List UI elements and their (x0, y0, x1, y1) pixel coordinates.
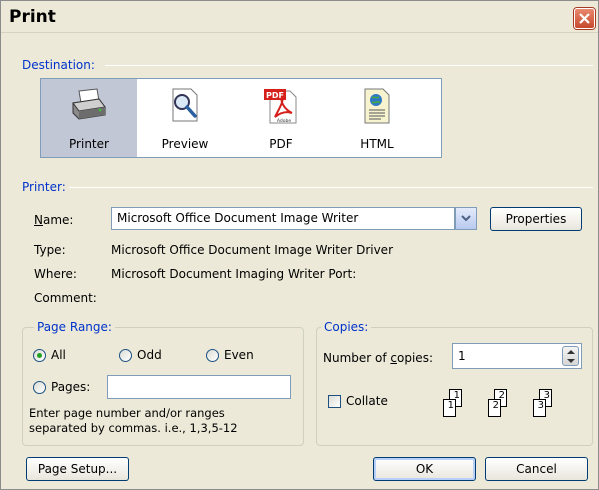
page-2-front-icon: 2 (488, 399, 501, 417)
printer-name-select[interactable]: Microsoft Office Document Image Writer (111, 207, 455, 230)
html-document-icon (364, 88, 390, 124)
printer-name-label: Name: (34, 213, 74, 227)
destination-printer[interactable]: Printer (41, 79, 137, 157)
chevron-down-icon (461, 215, 471, 222)
printer-where-value: Microsoft Document Imaging Writer Port: (111, 267, 357, 281)
print-dialog: Print Destination: Printer Preview PDF A… (0, 0, 599, 490)
close-icon (579, 13, 590, 24)
destination-list: Printer Preview PDF Adobe PDF HTML (40, 78, 442, 158)
range-pages-radio[interactable] (33, 381, 46, 394)
spin-up-icon (567, 350, 575, 354)
destination-preview-label: Preview (161, 137, 209, 151)
printer-name-dropdown-button[interactable] (455, 207, 477, 230)
printer-divider (69, 187, 593, 188)
printer-group-label: Printer: (22, 180, 66, 194)
destination-preview[interactable]: Preview (137, 79, 233, 157)
range-odd-label[interactable]: Odd (137, 348, 162, 362)
pdf-icon: PDF Adobe (264, 89, 297, 124)
pages-hint-line2: separated by commas. i.e., 1,3,5-12 (29, 421, 238, 435)
range-all-label[interactable]: All (51, 348, 66, 362)
range-even-label[interactable]: Even (224, 348, 254, 362)
properties-button[interactable]: Properties (490, 207, 582, 231)
pages-hint-line1: Enter page number and/or ranges (29, 406, 225, 420)
pages-input[interactable] (107, 375, 291, 399)
copies-group-label: Copies: (321, 320, 372, 334)
collate-label[interactable]: Collate (346, 394, 388, 408)
destination-group-label: Destination: (22, 58, 95, 72)
printer-where-label: Where: (34, 267, 77, 281)
number-of-copies-label: Number of copies: (323, 351, 433, 365)
destination-html-label: HTML (360, 137, 394, 151)
destination-pdf-label: PDF (269, 137, 293, 151)
page-1-front-icon: 1 (443, 399, 456, 417)
page-range-group-label: Page Range: (34, 320, 115, 334)
adobe-badge-text: Adobe (277, 118, 291, 124)
range-pages-label[interactable]: Pages: (51, 380, 90, 394)
printer-icon (72, 88, 106, 120)
range-all-radio[interactable] (33, 349, 46, 362)
spin-down-icon (567, 359, 575, 363)
destination-html[interactable]: HTML (329, 79, 425, 157)
printer-type-value: Microsoft Office Document Image Writer D… (111, 243, 393, 257)
cancel-button[interactable]: Cancel (485, 457, 588, 481)
ok-button[interactable]: OK (373, 457, 476, 481)
page-setup-button[interactable]: Page Setup... (26, 457, 129, 481)
destination-pdf[interactable]: PDF Adobe PDF (233, 79, 329, 157)
copies-spinner[interactable] (562, 346, 579, 366)
printer-comment-label: Comment: (34, 291, 97, 305)
range-even-radio[interactable] (206, 349, 219, 362)
destination-divider (105, 65, 593, 66)
collate-checkbox[interactable] (328, 395, 341, 408)
pdf-badge-text: PDF (266, 91, 284, 100)
window-title: Print (9, 7, 56, 27)
preview-icon (172, 88, 198, 122)
range-odd-radio[interactable] (119, 349, 132, 362)
printer-type-label: Type: (34, 243, 66, 257)
close-button[interactable] (574, 8, 595, 29)
page-3-front-icon: 3 (533, 399, 546, 417)
title-bar[interactable]: Print (1, 1, 598, 33)
destination-printer-label: Printer (69, 137, 109, 151)
collate-pages-illustration: 1 1 2 2 3 3 (433, 389, 568, 429)
